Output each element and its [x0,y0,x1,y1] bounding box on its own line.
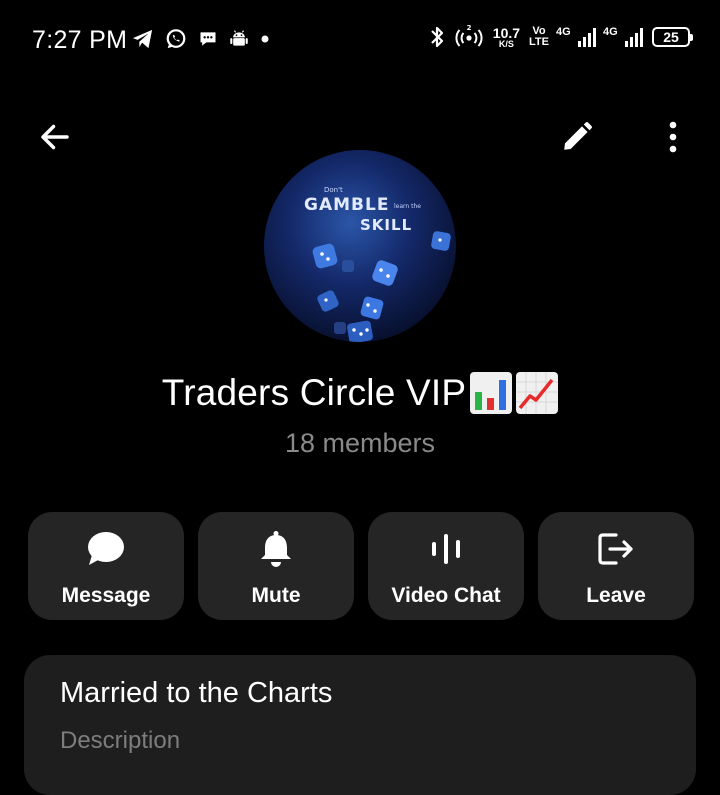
avatar-text-line1: Don't [324,186,343,194]
network-speed: 10.7 K/S [493,26,520,49]
sim1-network-label: 4G [556,25,571,38]
mute-button[interactable]: Mute [198,512,354,620]
avatar-text-line4: SKILL [360,216,412,234]
member-count: 18 members [284,428,436,458]
svg-text:2: 2 [466,24,471,32]
bar-chart-emoji-icon [470,372,513,414]
bell-icon [261,531,291,567]
description-card[interactable]: Married to the Charts Description [24,655,696,795]
logout-icon [598,533,633,565]
mute-button-label: Mute [251,584,301,607]
group-name: Traders Circle VIP [161,372,467,413]
back-button[interactable] [30,112,80,162]
status-time: 7:27 PM [32,26,128,54]
video-chat-button-label: Video Chat [391,584,501,607]
more-vertical-icon [669,121,677,153]
chat-bubble-icon [88,532,124,565]
leave-button[interactable]: Leave [538,512,694,620]
chart-increasing-emoji-icon [516,372,559,414]
battery-icon: 25 [652,27,693,47]
network-speed-value: 10.7 [492,24,521,41]
audio-bars-icon [432,534,460,564]
battery-level: 25 [663,29,679,45]
description-text: Married to the Charts [60,677,333,709]
avatar-text-line2: GAMBLE [304,195,389,215]
group-avatar[interactable]: Don't GAMBLE learn the SKILL [264,150,456,342]
network-speed-unit: K/S [498,38,514,49]
avatar-image: Don't GAMBLE learn the SKILL [264,150,456,342]
video-chat-button[interactable]: Video Chat [368,512,524,620]
sim1-signal-icon: 4G [556,25,596,47]
status-bar: 7:27 PM 2 10.7 K/S Vo LTE 4G 4G 25 [0,0,720,80]
edit-button[interactable] [552,112,602,162]
whatsapp-icon [166,29,186,49]
notification-icons [132,28,270,50]
action-bar: Message Mute Video Chat Leave [28,512,694,620]
group-title: Traders Circle VIP [0,372,720,414]
dot-icon [261,35,269,43]
leave-button-label: Leave [586,584,646,607]
volte-bottom-label: LTE [529,36,549,48]
sim2-signal-icon: 4G [603,25,643,47]
bluetooth-icon [431,26,443,48]
volte-indicator: Vo LTE [529,26,549,48]
description-label: Description [60,727,181,754]
telegram-icon [133,29,153,49]
hotspot-icon: 2 [455,24,483,47]
arrow-left-icon [41,124,69,150]
system-indicators: 2 10.7 K/S Vo LTE 4G 4G 25 [429,24,693,50]
avatar-text-line3: learn the [394,203,421,210]
pencil-icon [564,121,593,150]
message-button[interactable]: Message [28,512,184,620]
sim2-network-label: 4G [603,25,618,38]
android-icon [230,30,248,46]
more-options-button[interactable] [648,112,698,162]
message-button-label: Message [61,584,151,607]
chat-bubble-icon [200,32,216,46]
